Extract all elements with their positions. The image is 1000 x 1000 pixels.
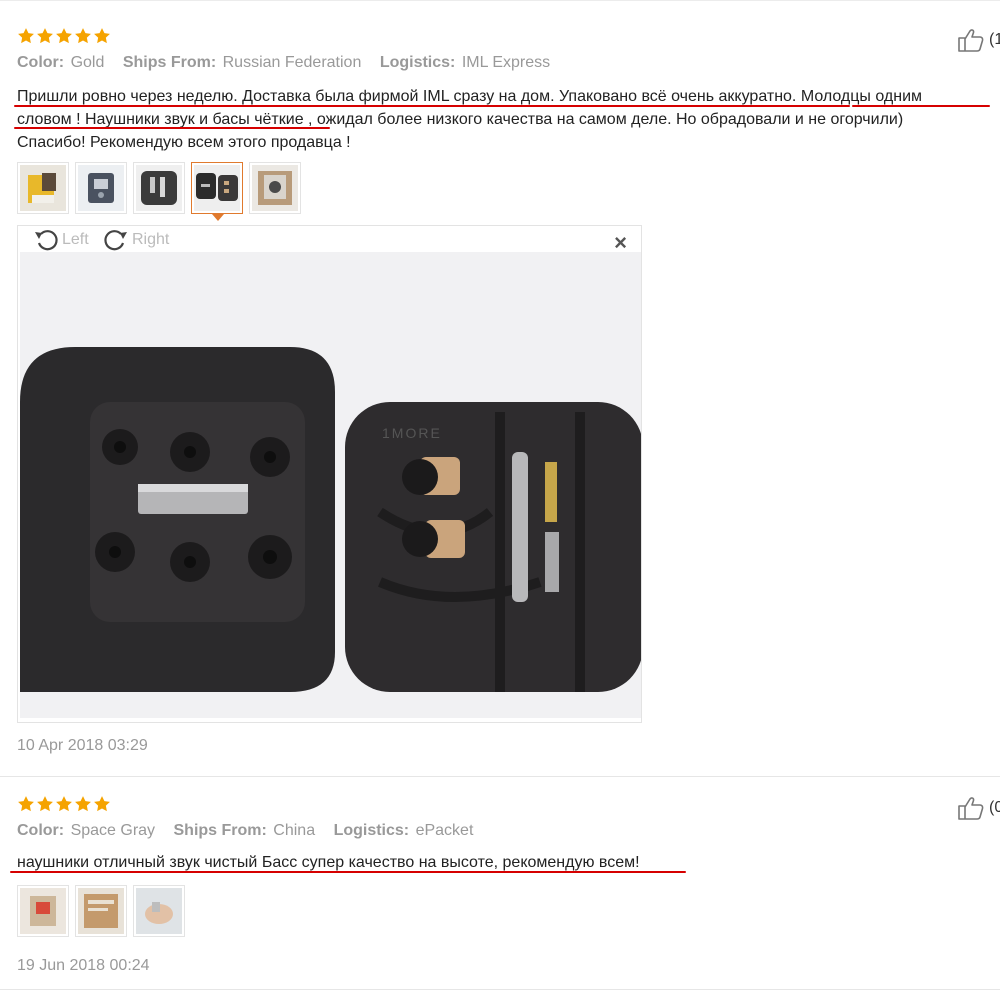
review-item: (0 Color: Space Gray Ships From: China L… (0, 776, 1000, 990)
rotate-right-label: Right (132, 231, 170, 248)
review-date: 10 Apr 2018 03:29 (17, 737, 148, 754)
ships-from-key: Ships From: (122, 54, 217, 71)
review-photo-thumbnails (17, 885, 185, 937)
photo-thumbnail[interactable] (133, 162, 185, 214)
color-key: Color: (17, 54, 65, 71)
useful-button[interactable]: (1 (957, 27, 1000, 53)
photo-thumbnail[interactable] (75, 885, 127, 937)
ships-from-key: Ships From: (173, 822, 267, 839)
annotation-underline (14, 127, 330, 129)
logistics-value: ePacket (415, 822, 474, 839)
star-icon (74, 795, 92, 813)
star-icon (17, 795, 35, 813)
svg-text:1MORE: 1MORE (382, 425, 442, 441)
star-icon (74, 27, 92, 45)
photo-thumbnail[interactable] (17, 885, 69, 937)
rotate-left-label: Left (62, 231, 89, 248)
star-rating (17, 27, 111, 45)
review-meta: Color: Gold Ships From: Russian Federati… (17, 54, 564, 72)
review-text: Пришли ровно через неделю. Доставка была… (17, 85, 992, 154)
photo-thumbnail[interactable] (17, 162, 69, 214)
star-icon (17, 27, 35, 45)
photo-thumbnail[interactable] (133, 885, 185, 937)
divider (0, 989, 1000, 990)
review-meta: Color: Space Gray Ships From: China Logi… (17, 822, 487, 840)
logistics-key: Logistics: (333, 822, 410, 839)
star-icon (36, 27, 54, 45)
review-photo-large: 1MORE (20, 252, 641, 718)
rotate-right-button[interactable]: Right (102, 226, 169, 254)
color-value: Gold (70, 54, 105, 71)
logistics-key: Logistics: (379, 54, 456, 71)
star-icon (93, 795, 111, 813)
useful-count: (0 (989, 799, 1000, 816)
thumbs-up-icon (957, 795, 987, 821)
useful-button[interactable]: (0 (957, 795, 1000, 821)
star-icon (55, 795, 73, 813)
star-icon (93, 27, 111, 45)
review-text-line: Спасибо! Рекомендую всем этого продавца … (17, 134, 351, 151)
review-item: (1 Color: Gold Ships From: Russian Feder… (0, 0, 1000, 776)
annotation-underline (852, 105, 990, 107)
color-key: Color: (17, 822, 65, 839)
logistics-value: IML Express (461, 54, 551, 71)
rotate-right-icon (102, 226, 130, 254)
rotate-left-button[interactable]: Left (32, 226, 89, 254)
review-date: 19 Jun 2018 00:24 (17, 957, 150, 974)
ships-from-value: Russian Federation (222, 54, 362, 71)
star-icon (36, 795, 54, 813)
annotation-underline (10, 871, 686, 873)
photo-thumbnail-active[interactable] (191, 162, 243, 221)
review-photo-thumbnails (17, 162, 301, 221)
rotate-left-icon (32, 226, 60, 254)
photo-thumbnail[interactable] (75, 162, 127, 214)
photo-viewer: Left Right × 1MORE (17, 225, 642, 723)
thumbs-up-icon (957, 27, 987, 53)
photo-thumbnail[interactable] (249, 162, 301, 214)
annotation-underline (14, 105, 850, 107)
star-icon (55, 27, 73, 45)
ships-from-value: China (273, 822, 316, 839)
star-rating (17, 795, 111, 813)
useful-count: (1 (989, 31, 1000, 48)
color-value: Space Gray (70, 822, 156, 839)
